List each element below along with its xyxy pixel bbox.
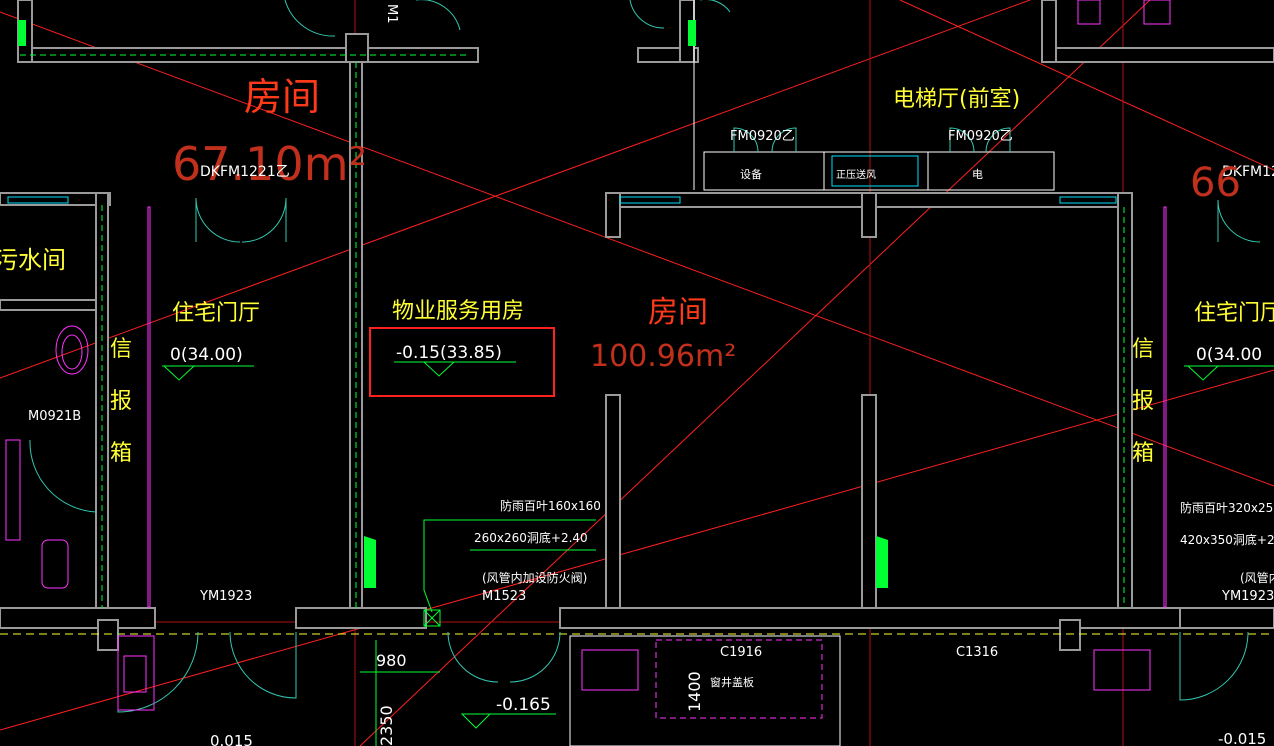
elevator-hall-label: 电梯厅(前室) xyxy=(893,87,1020,112)
wc-label: 污水间 xyxy=(0,246,66,274)
door-label-ym1923-right: YM1923 xyxy=(1221,589,1274,604)
property-room-level: -0.15(33.85) xyxy=(396,343,502,363)
mailbox-right-2: 报 xyxy=(1132,389,1154,414)
lobby-right-label: 住宅门厅 xyxy=(1194,301,1274,326)
door-label-m0921b: M0921B xyxy=(28,409,81,424)
door-label-m1523: M1523 xyxy=(482,589,526,604)
door-label-fm0920-1: FM0920乙 xyxy=(730,129,795,144)
shaft-label-electric: 电 xyxy=(972,168,983,181)
louver-right-2: 420x350洞底+2. xyxy=(1180,532,1274,547)
room-area-top-right: 66 xyxy=(1190,160,1241,206)
louver-note-2: 260x260洞底+2.40 xyxy=(474,530,588,545)
room-center-label: 房间 xyxy=(648,295,708,330)
louver-right-1: 防雨百叶320x250 xyxy=(1180,500,1274,515)
floor-plan-drawing: 房间 67.10m² DKFM1221乙 电梯厅(前室) FM0920乙 FM0… xyxy=(0,0,1274,746)
mailbox-right-3: 箱 xyxy=(1132,441,1154,466)
dimension-1400: 1400 xyxy=(685,671,704,712)
shaft-label-equipment: 设备 xyxy=(740,167,762,181)
top-fragment-m1: M1 xyxy=(384,4,399,24)
well-cover-label: 窗井盖板 xyxy=(710,675,754,689)
shaft-label-pressurization: 正压送风 xyxy=(836,168,876,181)
lobby-left-label: 住宅门厅 xyxy=(172,301,260,326)
dimension-2350: 2350 xyxy=(377,705,396,746)
lobby-left-level: 0(34.00) xyxy=(170,345,243,365)
mailbox-left-1: 信 xyxy=(110,337,132,362)
room-center-area: 100.96m² xyxy=(590,339,736,374)
louver-note-1: 防雨百叶160x160 xyxy=(500,498,601,513)
level-label-bottom: -0.165 xyxy=(496,695,551,715)
cad-drawing-canvas[interactable]: 房间 67.10m² DKFM1221乙 电梯厅(前室) FM0920乙 FM0… xyxy=(0,0,1274,746)
lobby-right-level: 0(34.00 xyxy=(1196,345,1262,365)
damper-right: (风管内 xyxy=(1240,570,1274,585)
mailbox-left-2: 报 xyxy=(110,389,132,414)
damper-note: (风管内加设防火阀) xyxy=(482,570,587,585)
mailbox-left-3: 箱 xyxy=(110,441,132,466)
door-label-fm0920-2: FM0920乙 xyxy=(948,129,1013,144)
window-label-c1316: C1316 xyxy=(956,645,998,660)
door-label-ym1923-left: YM1923 xyxy=(199,589,252,604)
window-label-c1916: C1916 xyxy=(720,645,762,660)
room-label-top-left: 房间 xyxy=(244,75,320,119)
mailbox-right-1: 信 xyxy=(1132,337,1154,362)
property-room-label: 物业服务用房 xyxy=(392,299,524,324)
door-label-dkfm1221: DKFM1221乙 xyxy=(200,164,290,180)
dimension-980: 980 xyxy=(376,651,407,670)
level-label-bottom-right: -0.015 xyxy=(1218,730,1266,746)
level-label-bottom-left: 0.015 xyxy=(210,732,253,746)
